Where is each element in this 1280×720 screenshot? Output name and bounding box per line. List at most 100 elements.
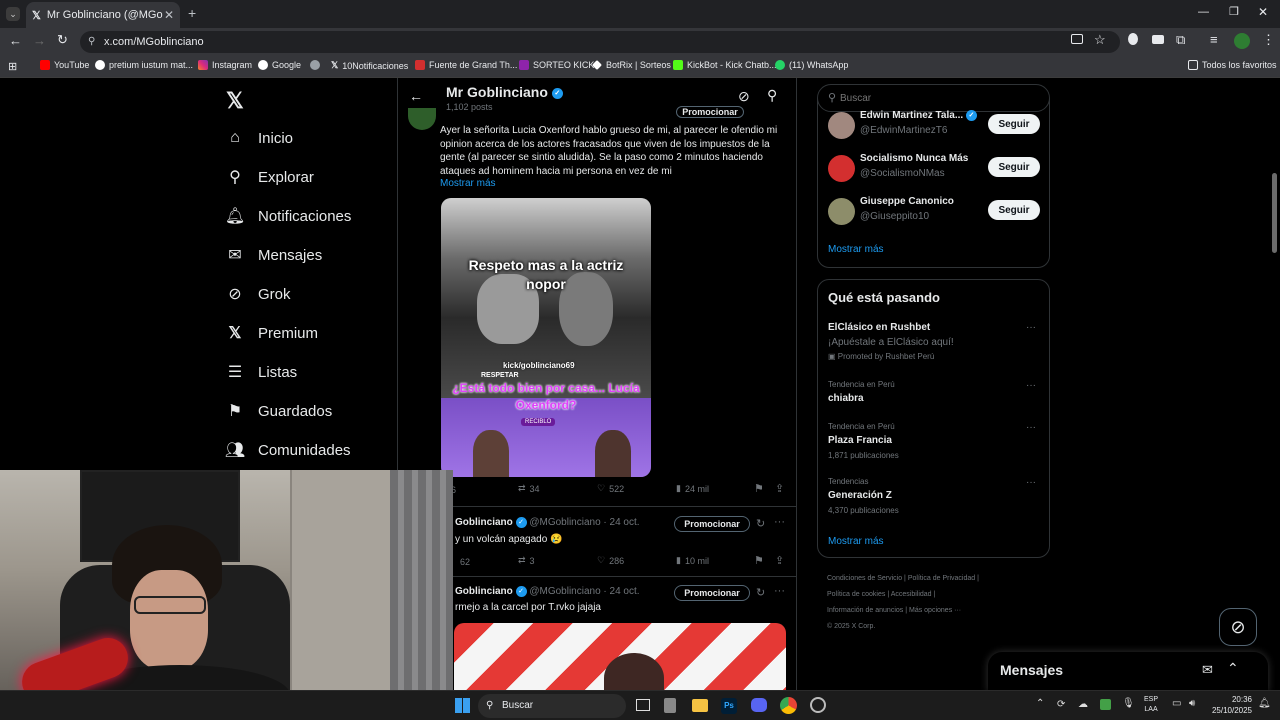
url-field[interactable]: ⚲ x.com/MGoblinciano <box>80 31 1120 53</box>
avatar[interactable] <box>828 112 855 139</box>
onedrive-icon[interactable]: ☁ <box>1078 699 1088 710</box>
grok-header-icon[interactable]: ⊘ <box>738 88 750 105</box>
extension-icon-2[interactable] <box>1152 35 1164 44</box>
post-media-image[interactable] <box>454 623 786 690</box>
bookmark-botrix[interactable]: BotRix | Sorteos <box>592 60 671 70</box>
repost-action[interactable]: ⇄ 34 <box>518 483 540 494</box>
like-action[interactable]: ♡ 286 <box>597 555 624 566</box>
apps-grid-icon[interactable]: ⊞ <box>8 60 17 73</box>
views-action[interactable]: ▮ 10 mil <box>676 555 709 566</box>
messages-drawer[interactable]: Mensajes ✉ ⌃ <box>988 652 1268 690</box>
post-1[interactable]: Promocionar Ayer la señorita Lucia Oxenf… <box>398 106 796 506</box>
bookmark-youtube[interactable]: YouTube <box>40 60 89 70</box>
x-logo-icon[interactable]: 𝕏 <box>226 88 244 114</box>
trend-item-1[interactable]: ElClásico en Rushbet ¡Apuéstale a ElClás… <box>828 322 1041 361</box>
bookmark-instagram[interactable]: Instagram <box>198 60 252 70</box>
new-message-icon[interactable]: ✉ <box>1202 662 1213 678</box>
expand-icon[interactable]: ⌃ <box>1227 660 1239 677</box>
show-more-link[interactable]: Mostrar más <box>440 178 496 189</box>
follow-button[interactable]: Seguir <box>988 114 1040 134</box>
taskbar-search[interactable]: ⚲ Buscar <box>478 694 626 718</box>
views-action[interactable]: ▮ 24 mil <box>676 483 709 494</box>
restore-icon[interactable]: ❐ <box>1229 5 1239 18</box>
keyboard-language[interactable]: ESP LAA <box>1144 695 1158 715</box>
reply-action[interactable]: 62 <box>456 557 470 567</box>
reload-icon[interactable]: ↻ <box>57 32 68 48</box>
nav-inicio[interactable]: ⌂ Inicio <box>226 129 293 147</box>
nav-listas[interactable]: ☰ Listas <box>226 363 297 382</box>
app-icon[interactable] <box>664 698 676 713</box>
start-button-icon[interactable] <box>455 698 470 713</box>
volume-icon[interactable]: 🔊︎ <box>1189 698 1195 709</box>
search-header-icon[interactable]: ⚲ <box>767 87 777 104</box>
site-info-icon[interactable]: ⚲ <box>88 31 95 53</box>
post-media-image[interactable]: Respeto mas a la actriz nopor kick/gobli… <box>441 198 651 477</box>
discord-icon[interactable] <box>751 698 767 712</box>
back-icon[interactable]: ← <box>9 33 22 48</box>
tab-search-icon[interactable]: ⌄ <box>6 7 20 21</box>
footer-link[interactable]: Condiciones de Servicio <box>827 575 902 582</box>
network-icon[interactable]: ▭ <box>1172 698 1181 709</box>
bookmark-pretium[interactable]: pretium iustum mat... <box>95 60 193 70</box>
tray-icon[interactable]: ⟳ <box>1057 699 1065 710</box>
avatar[interactable] <box>828 155 855 182</box>
repost-settings-icon[interactable]: ↻ <box>756 517 765 530</box>
back-arrow-icon[interactable]: ← <box>409 88 423 104</box>
minimize-icon[interactable]: — <box>1198 6 1209 18</box>
file-explorer-icon[interactable] <box>692 699 708 712</box>
trend-more-icon[interactable]: ··· <box>1026 477 1036 488</box>
share-action-icon[interactable]: ⇪ <box>775 482 784 495</box>
bookmark-fuente-gta[interactable]: Fuente de Grand Th... <box>415 60 517 70</box>
chrome-icon[interactable] <box>780 697 797 714</box>
nav-guardados[interactable]: ⚑ Guardados <box>226 402 332 421</box>
repost-settings-icon[interactable]: ↻ <box>756 586 765 599</box>
promote-button[interactable]: Promocionar <box>674 516 750 532</box>
footer-link[interactable]: Accesibilidad <box>891 591 932 598</box>
show-more-link[interactable]: Mostrar más <box>828 244 884 255</box>
nav-mensajes[interactable]: ✉ Mensajes <box>226 246 322 265</box>
photoshop-icon[interactable]: Ps <box>721 698 737 714</box>
forward-icon[interactable]: → <box>33 33 46 48</box>
trend-more-icon[interactable]: ··· <box>1026 322 1036 333</box>
follow-row-1[interactable]: Edwin Martinez Tala... ✓ @EdwinMartinezT… <box>828 110 1041 140</box>
follow-button[interactable]: Seguir <box>988 200 1040 220</box>
avatar[interactable] <box>828 198 855 225</box>
tray-overflow-icon[interactable]: ⌃ <box>1036 698 1044 709</box>
grok-floating-button[interactable]: ⊘ <box>1219 608 1257 646</box>
follow-row-2[interactable]: Socialismo Nunca Más @SocialismoNMas Seg… <box>828 153 1041 183</box>
new-tab-icon[interactable]: + <box>188 5 196 21</box>
profile-avatar[interactable] <box>1234 33 1250 49</box>
footer-link[interactable]: Información de anuncios <box>827 607 903 614</box>
notifications-icon[interactable]: 🔔︎ <box>1258 698 1271 709</box>
bookmark-star-icon[interactable]: ☆ <box>1094 32 1106 48</box>
microphone-icon[interactable]: 🎙︎ <box>1122 698 1135 709</box>
close-window-icon[interactable]: ✕ <box>1258 5 1268 19</box>
extension-icon[interactable] <box>1128 33 1138 45</box>
task-view-icon[interactable] <box>636 699 650 711</box>
bookmark-kickbot[interactable]: KickBot - Kick Chatb... <box>673 60 777 70</box>
nav-notificaciones[interactable]: 🔔︎ Notificaciones <box>225 207 352 226</box>
browser-tab[interactable]: 𝕏 Mr Goblinciano (@MGoblinciano ✕ <box>26 2 180 28</box>
install-app-icon[interactable] <box>1071 34 1083 44</box>
bookmark-10notificaciones[interactable]: 𝕏 10Notificaciones <box>331 60 408 71</box>
app-icon-2[interactable] <box>810 697 826 713</box>
more-options-icon[interactable]: ··· <box>774 516 785 528</box>
bookmark-google[interactable]: Google <box>258 60 301 70</box>
nav-comunidades[interactable]: 👥︎ Comunidades <box>225 441 351 460</box>
follow-row-3[interactable]: Giuseppe Canonico @Giuseppito10 Seguir <box>828 196 1041 226</box>
clock[interactable]: 20:36 25/10/2025 <box>1208 694 1252 716</box>
nav-premium[interactable]: 𝕏 Premium <box>226 324 318 343</box>
page-scrollbar[interactable] <box>1272 173 1277 253</box>
promote-button[interactable]: Promocionar <box>676 106 744 118</box>
avatar[interactable] <box>408 108 436 130</box>
bookmark-action-icon[interactable]: ⚑ <box>754 554 764 567</box>
footer-link[interactable]: Política de cookies <box>827 591 885 598</box>
close-tab-icon[interactable]: ✕ <box>164 8 174 22</box>
bookmark-all-favorites[interactable]: Todos los favoritos <box>1188 60 1277 70</box>
tab-search-list-icon[interactable]: ≡ <box>1210 32 1218 47</box>
extensions-puzzle-icon[interactable]: ⧉ <box>1176 32 1185 48</box>
trend-more-icon[interactable]: ··· <box>1026 422 1036 433</box>
post-3[interactable]: Goblinciano ✓ @MGoblinciano · 24 oct. Pr… <box>398 577 796 690</box>
like-action[interactable]: ♡ 522 <box>597 483 624 494</box>
bookmark-sorteo-kick[interactable]: SORTEO KICK <box>519 60 594 70</box>
